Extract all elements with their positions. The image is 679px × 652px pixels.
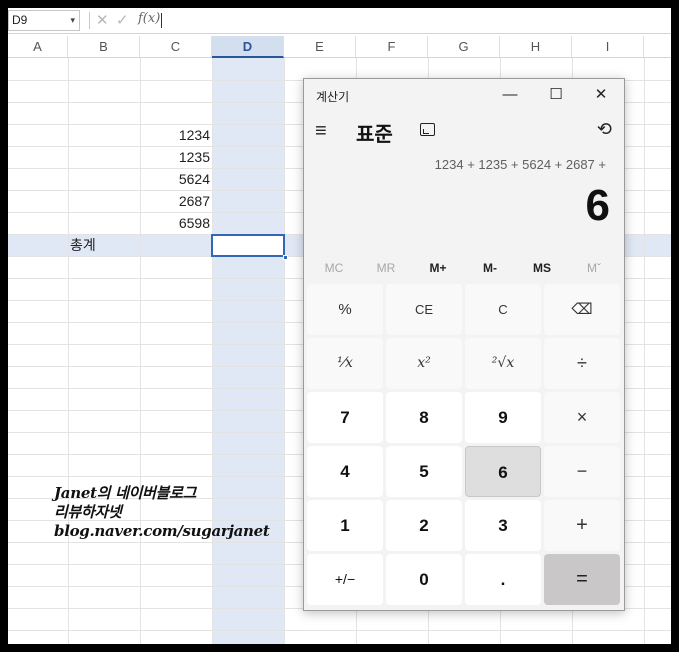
memory-list-button[interactable]: Mˇ [568, 255, 620, 281]
column-header-i[interactable]: I [572, 36, 644, 58]
memory-subtract-button[interactable]: M- [464, 255, 516, 281]
watermark-line-1: Janet의 네이버블로그 [54, 484, 197, 502]
negate-button[interactable]: +/− [307, 554, 383, 605]
confirm-icon[interactable]: ✓ [116, 11, 129, 29]
cell-c7[interactable]: 2687 [140, 190, 210, 212]
multiply-button[interactable]: × [544, 392, 620, 443]
digit-0-button[interactable]: 0 [386, 554, 462, 605]
active-cell-d9[interactable] [211, 234, 285, 257]
reciprocal-button[interactable]: ⅟x [307, 338, 383, 389]
cell-c6[interactable]: 5624 [140, 168, 210, 190]
divide-button[interactable]: ÷ [544, 338, 620, 389]
memory-clear-button[interactable]: MC [308, 255, 360, 281]
close-button[interactable]: ✕ [581, 83, 621, 107]
text-cursor [161, 13, 162, 28]
fill-handle[interactable] [283, 255, 288, 260]
cell-c5[interactable]: 1235 [140, 146, 210, 168]
memory-row: MC MR M+ M- MS Mˇ [308, 255, 620, 281]
calculator-window: 계산기 — ☐ ✕ ≡ 표준 ⟲ 1234 + 1235 + 5624 + 26… [303, 78, 625, 611]
minimize-button[interactable]: — [490, 83, 530, 107]
column-header-f[interactable]: F [356, 36, 428, 58]
clear-button[interactable]: C [465, 284, 541, 335]
column-header-b[interactable]: B [68, 36, 140, 58]
digit-1-button[interactable]: 1 [307, 500, 383, 551]
calculator-titlebar[interactable]: 계산기 — ☐ ✕ [304, 79, 624, 111]
chevron-down-icon[interactable]: ▾ [70, 11, 75, 30]
memory-add-button[interactable]: M+ [412, 255, 464, 281]
column-header-e[interactable]: E [284, 36, 356, 58]
digit-7-button[interactable]: 7 [307, 392, 383, 443]
watermark-line-3: blog.naver.com/sugarjanet [54, 522, 270, 540]
decimal-button[interactable]: . [465, 554, 541, 605]
hamburger-menu-icon[interactable]: ≡ [315, 119, 327, 143]
percent-button[interactable]: % [307, 284, 383, 335]
name-box[interactable]: D9 ▾ [8, 10, 80, 31]
total-label-cell[interactable]: 총계 [70, 234, 96, 256]
keypad: % CE C ⌫ ⅟x x² ²√x ÷ 7 8 9 × 4 5 6 − 1 2… [307, 284, 621, 609]
window-title: 계산기 [316, 90, 350, 104]
digit-2-button[interactable]: 2 [386, 500, 462, 551]
maximize-button[interactable]: ☐ [536, 83, 576, 107]
watermark-line-2: 리뷰하자넷 [54, 503, 122, 521]
subtract-button[interactable]: − [544, 446, 620, 497]
clear-entry-button[interactable]: CE [386, 284, 462, 335]
digit-8-button[interactable]: 8 [386, 392, 462, 443]
digit-6-button[interactable]: 6 [465, 446, 541, 497]
formula-bar: D9 ▾ ✕ ✓ f(x) [8, 8, 671, 34]
column-header-c[interactable]: C [140, 36, 212, 58]
mode-title: 표준 [356, 124, 393, 146]
digit-3-button[interactable]: 3 [465, 500, 541, 551]
keep-on-top-icon[interactable] [420, 123, 435, 136]
column-header-g[interactable]: G [428, 36, 500, 58]
insert-function-icon[interactable]: f(x) [138, 11, 160, 26]
memory-store-button[interactable]: MS [516, 255, 568, 281]
column-header-h[interactable]: H [500, 36, 572, 58]
backspace-button[interactable]: ⌫ [544, 284, 620, 335]
cell-c8[interactable]: 6598 [140, 212, 210, 234]
history-icon[interactable]: ⟲ [597, 119, 612, 140]
add-button[interactable]: + [544, 500, 620, 551]
column-header-d[interactable]: D [212, 36, 284, 58]
digit-9-button[interactable]: 9 [465, 392, 541, 443]
cancel-icon[interactable]: ✕ [96, 11, 109, 29]
column-headers: A B C D E F G H I [8, 36, 671, 58]
memory-recall-button[interactable]: MR [360, 255, 412, 281]
name-box-value: D9 [12, 13, 28, 27]
blog-watermark: Janet의 네이버블로그 리뷰하자넷 blog.naver.com/sugar… [54, 484, 270, 541]
digit-4-button[interactable]: 4 [307, 446, 383, 497]
formula-input[interactable] [166, 11, 656, 31]
expression-display: 1234 + 1235 + 5624 + 2687 + [434, 157, 606, 172]
digit-5-button[interactable]: 5 [386, 446, 462, 497]
result-display: 6 [585, 181, 610, 230]
square-button[interactable]: x² [386, 338, 462, 389]
column-header-a[interactable]: A [8, 36, 68, 58]
cell-c4[interactable]: 1234 [140, 124, 210, 146]
equals-button[interactable]: = [544, 554, 620, 605]
square-root-button[interactable]: ²√x [465, 338, 541, 389]
formula-bar-divider [89, 12, 90, 29]
grid-row-line [8, 630, 671, 631]
